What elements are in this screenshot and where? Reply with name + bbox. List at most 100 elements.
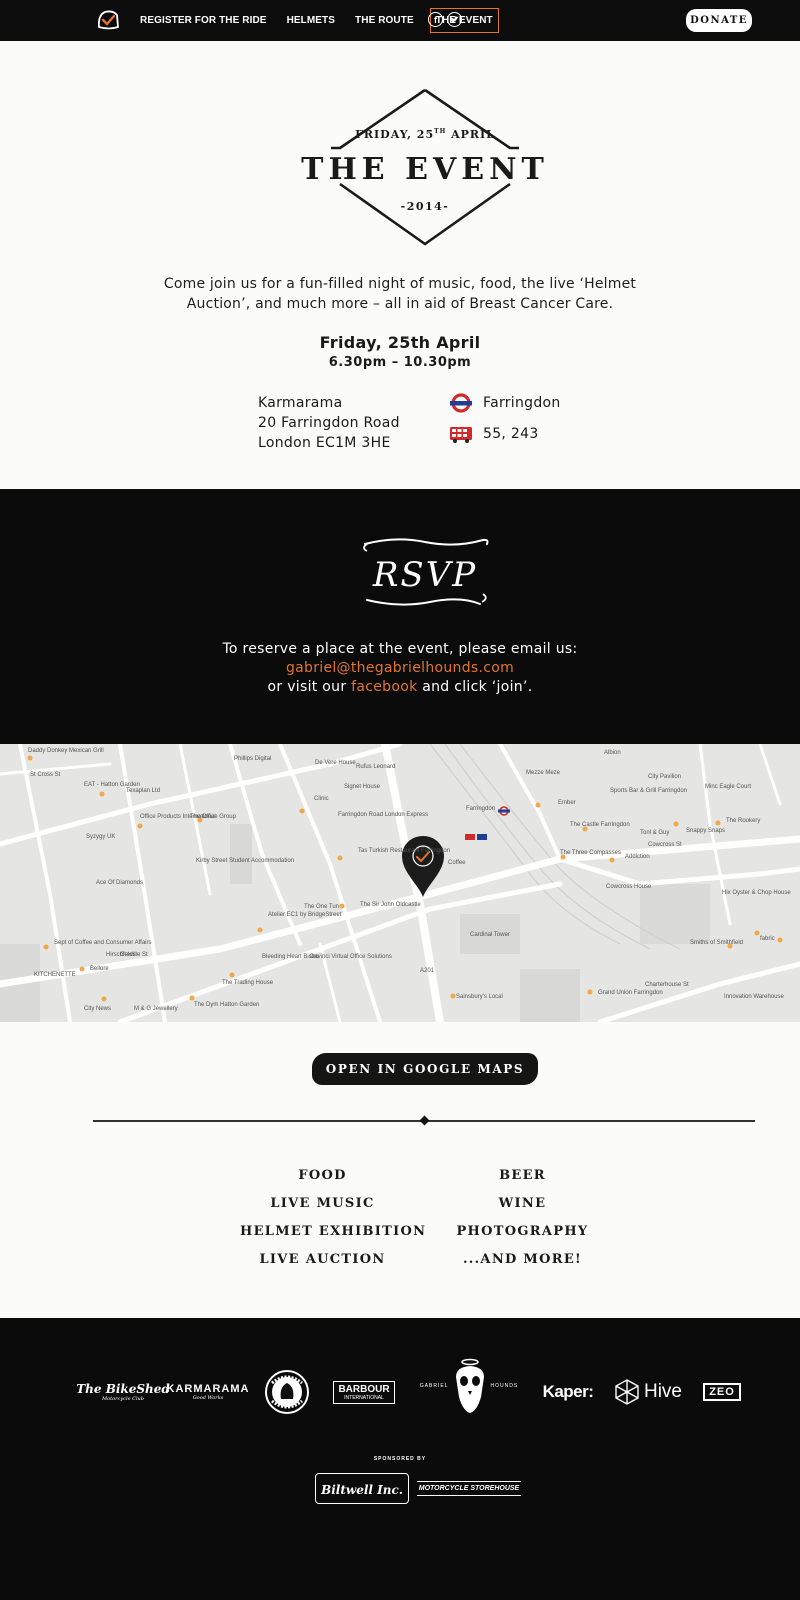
feature-item: ...AND MORE! <box>462 1252 583 1267</box>
map-label: Innovation Warehouse <box>724 994 784 1000</box>
address-line: 20 Farringdon Road <box>258 415 400 431</box>
map-label: Daddy Donkey Mexican Grill <box>28 748 104 754</box>
motorcycle-storehouse-logo[interactable]: MOTORCYCLE STOREHOUSE <box>415 1472 523 1504</box>
map-label: The Rookery <box>726 818 761 824</box>
map-label: The Trading House <box>222 980 274 986</box>
map-label: Texaplan Ltd <box>126 788 161 794</box>
map-label: Greville St <box>120 952 148 958</box>
map-label: Phillips Digital <box>234 756 272 762</box>
map-label: Bellore <box>90 966 109 972</box>
rsvp-section: RSVP To reserve a place at the event, pl… <box>0 489 800 744</box>
gabriel-hounds-logo[interactable]: GABRIEL HOUNDS <box>414 1356 524 1416</box>
feature-item: LIVE AUCTION <box>259 1252 386 1267</box>
rsvp-email-link[interactable]: gabriel@thegabrielhounds.com <box>150 659 650 678</box>
map-label: The Office Group <box>190 814 236 820</box>
map-label: Tas Turkish Restaurant Farringdon <box>358 848 451 854</box>
feature-item: LIVE MUSIC <box>270 1196 375 1211</box>
map-label: Mezze Meze <box>526 770 561 776</box>
map-label: Farringdon Road London Express <box>338 812 429 818</box>
map-label: Davinci Virtual Office Solutions <box>310 954 392 960</box>
kaper-logo[interactable]: Kaper: <box>536 1371 600 1413</box>
map-label: De Vere House <box>315 760 356 766</box>
transport-info: Farringdon 55, 243 <box>449 392 561 454</box>
map-label: Farringdon <box>466 806 496 812</box>
open-google-maps-button[interactable]: OPEN IN GOOGLE MAPS <box>312 1053 538 1085</box>
rsvp-title: RSVP <box>363 538 489 606</box>
map-label: Ace Of Diamonds <box>96 880 144 886</box>
map-label: The Three Compasses <box>560 850 621 856</box>
map-label: Cardinal Tower <box>470 932 510 938</box>
map-label: Atelier EC1 by BridgeStreet <box>268 912 342 918</box>
map-label: Sainsbury's Local <box>456 994 503 1000</box>
map-label: Tonl & Guy <box>640 830 670 836</box>
nav-helmets-link[interactable]: HELMETS <box>287 15 335 26</box>
gabriel-logo-right: HOUNDS <box>490 1383 519 1389</box>
rsvp-text: To reserve a place at the event, please … <box>150 640 650 697</box>
map-label: Albion <box>604 750 621 756</box>
badge-date-text: FRIDAY, 25 <box>355 128 434 141</box>
map-label: Addiction <box>625 854 650 860</box>
feature-item: FOOD <box>298 1168 347 1183</box>
event-time: 6.30pm – 10.30pm <box>328 355 472 370</box>
biltwell-logo[interactable]: Biltwell Inc. <box>315 1470 409 1506</box>
nav-register-link[interactable]: REGISTER FOR THE RIDE <box>140 15 267 26</box>
feature-item: HELMET EXHIBITION <box>240 1224 427 1239</box>
event-map[interactable]: Daddy Donkey Mexican Grill EAT - Hatton G… <box>0 744 800 1022</box>
map-label: Cowcross House <box>606 884 652 890</box>
map-label: Syzygy UK <box>86 834 116 840</box>
map-label: Sports Bar & Grill Farringdon <box>610 788 688 794</box>
map-label: Sept of Coffee and Consumer Affairs <box>54 940 152 946</box>
map-label: The Sir John Oldcastle <box>360 902 421 908</box>
map-label: fabric <box>760 936 775 942</box>
map-label: KITCHENETTE <box>34 972 76 978</box>
map-label: Grand Union Farringdon <box>598 990 663 996</box>
map-label: City Pavilion <box>648 774 682 780</box>
svg-text:FRIDAY, 25TH APRIL: FRIDAY, 25TH APRIL <box>355 128 495 141</box>
karmarama-logo[interactable]: KARMARAMA Good Works <box>167 1371 249 1413</box>
hive-logo[interactable]: Hive <box>610 1371 686 1413</box>
bikeshed-logo-sub: Motorcycle Club <box>102 1396 144 1402</box>
donate-button[interactable]: DONATE <box>686 9 752 32</box>
map-label: Minc Eagle Court <box>705 784 752 790</box>
map-label: City News <box>84 1006 112 1012</box>
map-label: A201 <box>420 968 435 974</box>
section-divider <box>93 1115 755 1126</box>
event-date: Friday, 25th April <box>319 333 481 352</box>
map-label: M & G Jewellery <box>134 1006 178 1012</box>
storehouse-logo-text: MOTORCYCLE STOREHOUSE <box>416 1480 522 1496</box>
map-label: The One Tun <box>304 904 340 910</box>
twitter-icon[interactable] <box>447 12 462 27</box>
facebook-icon[interactable]: f <box>428 12 443 27</box>
map-label: The Castle Farringdon <box>570 822 630 828</box>
site-logo-icon[interactable] <box>95 7 121 33</box>
badge-title: THE EVENT <box>301 152 549 187</box>
bikeshed-logo[interactable]: The BikeShed Motorcycle Club <box>76 1371 170 1413</box>
barbour-logo-text: BARBOUR <box>338 1383 390 1395</box>
map-label: Signet House <box>344 784 381 790</box>
map-label: Ember <box>558 800 576 806</box>
helmet-seal-logo[interactable] <box>262 1370 312 1414</box>
hive-logo-text: Hive <box>643 1381 682 1402</box>
map-label: Clinic <box>314 796 329 802</box>
bus-icon <box>450 427 472 443</box>
tube-station: Farringdon <box>483 395 561 411</box>
facebook-link[interactable]: facebook <box>351 679 417 695</box>
nav-route-link[interactable]: THE ROUTE <box>355 15 414 26</box>
feature-item: WINE <box>498 1196 547 1211</box>
hound-skull-icon <box>455 1358 484 1413</box>
map-label: Coffee <box>448 860 466 866</box>
top-nav: REGISTER FOR THE RIDE HELMETS THE ROUTE … <box>0 0 800 41</box>
divider-diamond <box>419 1115 430 1126</box>
map-label: Snappy Snaps <box>686 828 726 834</box>
map-label: Cowcross St <box>648 842 682 848</box>
zeo-logo[interactable]: ZEO <box>700 1371 744 1413</box>
event-intro: Come join us for a fun-filled night of m… <box>163 276 637 312</box>
map-label: The Dym Hatton Garden <box>194 1002 260 1008</box>
underground-icon <box>450 393 472 413</box>
helmet-seal-icon <box>265 1370 309 1414</box>
barbour-logo-sub: INTERNATIONAL <box>344 1394 384 1401</box>
features-right-column: BEER WINE PHOTOGRAPHY ...AND MORE! <box>455 1166 590 1278</box>
barbour-logo[interactable]: BARBOUR INTERNATIONAL <box>332 1371 396 1413</box>
map-label: Rufus Leonard <box>356 764 396 770</box>
badge-year: -2014- <box>401 200 450 213</box>
